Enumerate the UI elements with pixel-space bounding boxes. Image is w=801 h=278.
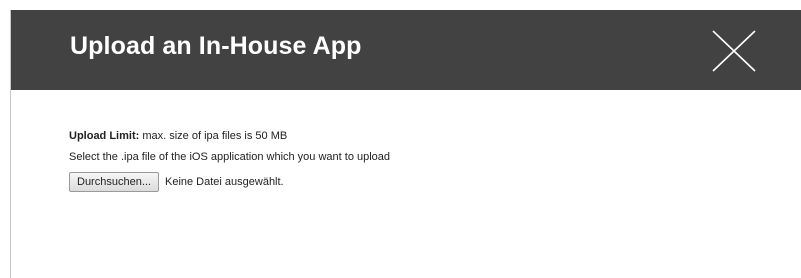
upload-dialog: Upload an In-House App Upload Limit: max…	[10, 10, 801, 278]
close-icon	[712, 30, 756, 72]
file-input[interactable]: Durchsuchen... Keine Datei ausgewählt.	[69, 171, 284, 193]
dialog-title: Upload an In-House App	[70, 32, 362, 60]
file-status-text: Keine Datei ausgewählt.	[164, 176, 284, 188]
dialog-header: Upload an In-House App	[11, 10, 801, 90]
upload-limit-text: max. size of ipa files is 50 MB	[139, 130, 288, 142]
upload-limit-label: Upload Limit:	[69, 130, 140, 142]
upload-limit-line: Upload Limit: max. size of ipa files is …	[69, 130, 287, 142]
close-button[interactable]	[709, 28, 759, 74]
browse-button[interactable]: Durchsuchen...	[69, 172, 159, 192]
instruction-text: Select the .ipa file of the iOS applicat…	[69, 151, 391, 163]
